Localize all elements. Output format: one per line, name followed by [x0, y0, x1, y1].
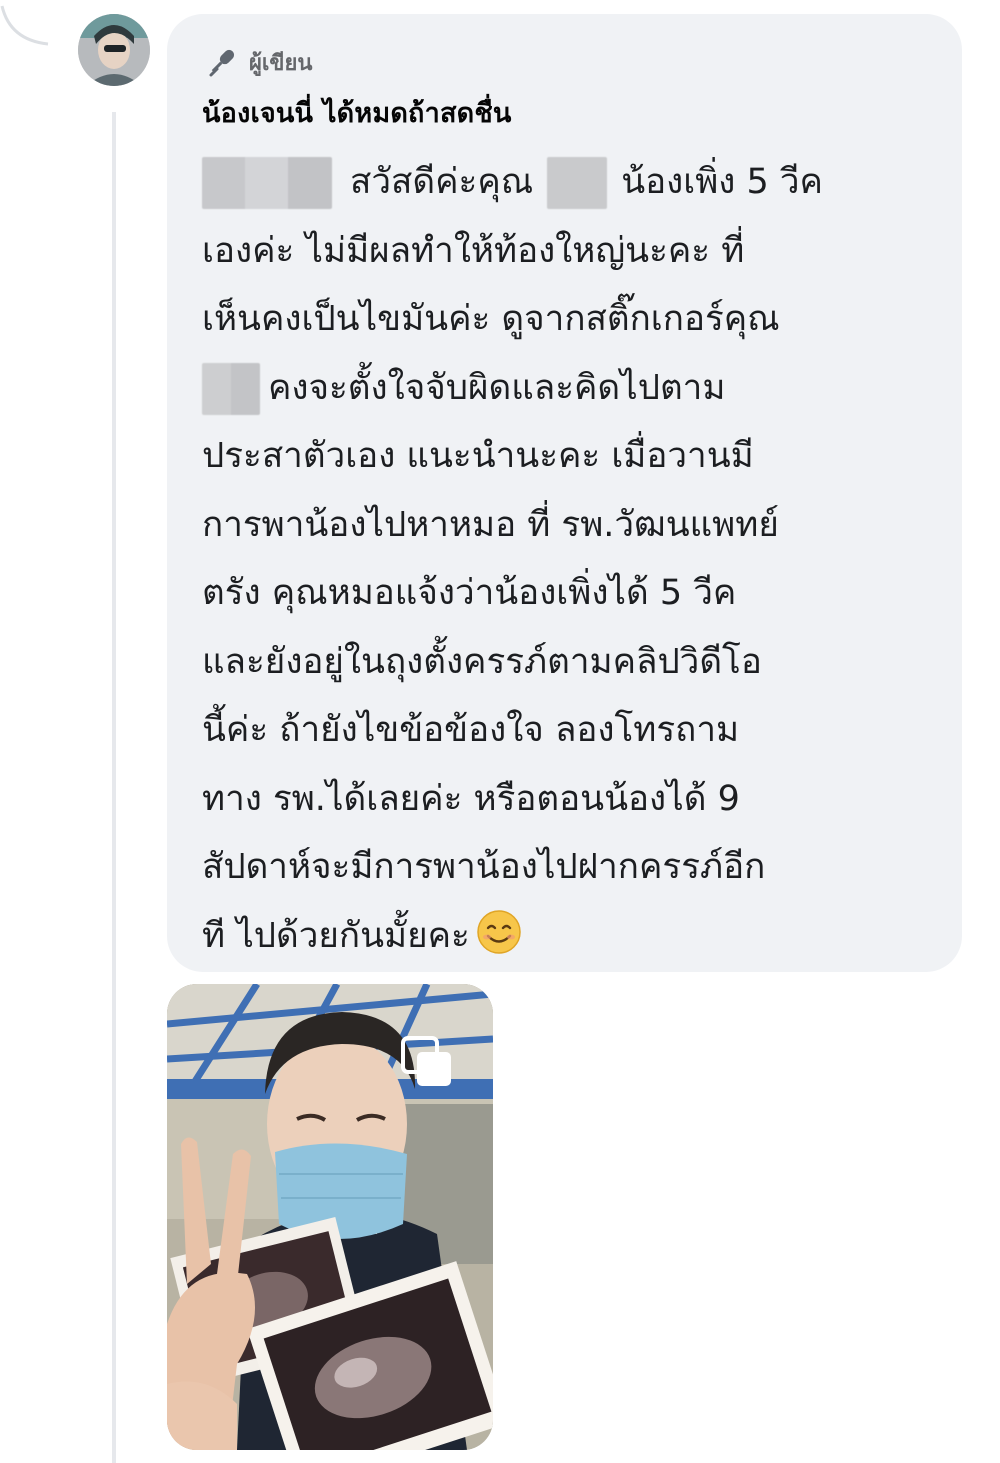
message-text: ที ไปด้วยกันมั้ยคะ	[202, 915, 470, 956]
message-text: คงจะตั้งใจจับผิดและคิดไปตาม	[268, 367, 726, 408]
author-avatar[interactable]	[78, 14, 150, 86]
message-line: เห็นคงเป็นไขมันค่ะ ดูจากสติ๊กเกอร์คุณ	[202, 299, 780, 339]
message-line: ประสาตัวเอง แนะนำนะคะ เมื่อวานมี	[202, 436, 754, 476]
redacted-name-block	[547, 157, 608, 209]
message-line: สัปดาห์จะมีการพาน้องไปฝากครรภ์อีก	[202, 847, 766, 887]
author-badge-label: ผู้เขียน	[249, 50, 313, 76]
redacted-name-block	[202, 157, 332, 209]
gallery-icon[interactable]	[399, 1034, 455, 1090]
attached-photo[interactable]	[167, 984, 493, 1450]
message-line: นี้ค่ะ ถ้ายังไขข้อข้องใจ ลองโทรถาม	[202, 710, 740, 750]
message-line: การพาน้องไปหาหมอ ที่ รพ.วัฒนแพทย์	[202, 504, 779, 545]
message-line: สวัสดีค่ะคุณ น้องเพิ่ง 5 วีค	[202, 148, 942, 217]
message-line: ที ไปด้วยกันมั้ยคะ	[202, 902, 942, 971]
message-line: และยังอยู่ในถุงตั้งครรภ์ตามคลิปวิดีโอ	[202, 641, 762, 682]
microphone-icon	[209, 49, 235, 77]
message-line: เองค่ะ ไม่มีผลทำให้ท้องใหญ่นะคะ ที่	[202, 230, 745, 271]
comment-text: สวัสดีค่ะคุณ น้องเพิ่ง 5 วีค เองค่ะ ไม่มี…	[202, 148, 942, 970]
redacted-name-block	[202, 362, 260, 415]
message-line: ทาง รพ.ได้เลยค่ะ หรือตอนน้องได้ 9	[202, 778, 740, 819]
comment-bubble: ผู้เขียน น้องเจนนี่ ได้หมดถ้าสดชื่น สวัส…	[167, 14, 962, 972]
smiling-face-icon	[477, 909, 521, 954]
author-name[interactable]: น้องเจนนี่ ได้หมดถ้าสดชื่น	[202, 91, 512, 134]
message-text: น้องเพิ่ง 5 วีค	[621, 162, 823, 202]
message-line: ตรัง คุณหมอแจ้งว่าน้องเพิ่งได้ 5 วีค	[202, 573, 737, 613]
thread-line	[112, 112, 116, 1463]
message-text: สวัสดีค่ะคุณ	[350, 162, 534, 202]
thread-connector	[0, 5, 49, 46]
author-badge: ผู้เขียน	[205, 44, 312, 80]
message-line: คงจะตั้งใจจับผิดและคิดไปตาม	[202, 354, 942, 423]
